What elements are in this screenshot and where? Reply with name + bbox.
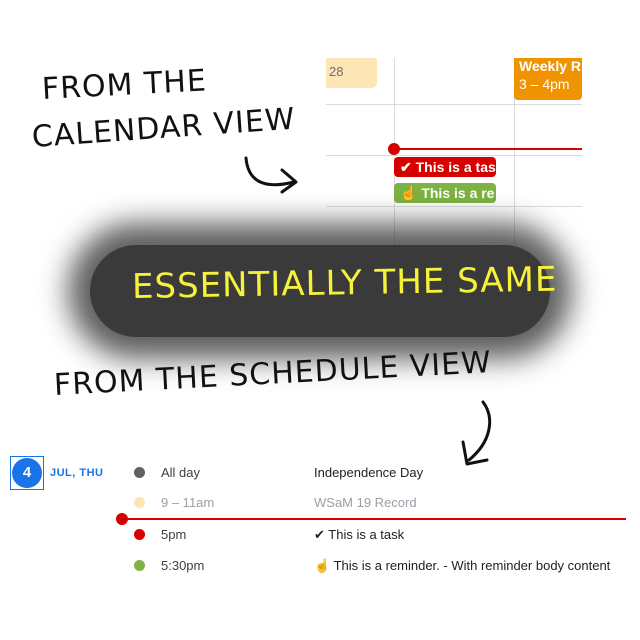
current-time-line (394, 148, 582, 150)
date-number[interactable]: 4 (12, 458, 42, 488)
event-time: All day (161, 465, 201, 480)
event-title[interactable]: ☝ This is a reminder. - With reminder bo… (314, 558, 610, 574)
event-dot (134, 467, 145, 478)
event-time: 5:30pm (161, 558, 205, 573)
arrow-down-icon (461, 400, 492, 466)
weekly-event-chip[interactable]: Weekly R 3 – 4pm (514, 58, 582, 100)
calendar-annotation-line1: FROM THE (41, 63, 208, 107)
reminder-chip[interactable]: ☝ This is a re (394, 183, 496, 203)
event-title[interactable]: WSaM 19 Record (314, 495, 417, 510)
current-time-dot (116, 513, 128, 525)
event-title[interactable]: ✔ This is a task (314, 527, 404, 543)
hand-pointer-icon: ☝ (400, 185, 418, 201)
event-title-text: This is a reminder. - With reminder body… (333, 558, 611, 573)
arrow-right-icon (244, 156, 298, 194)
current-time-dot (388, 143, 400, 155)
reminder-chip-label: This is a re (421, 185, 495, 201)
weekly-event-time: 3 – 4pm (519, 76, 570, 92)
calendar-annotation-line2: CALENDAR VIEW (30, 101, 297, 155)
grid-line (326, 155, 582, 156)
event-time: 9 – 11am (161, 495, 215, 510)
banner-text: ESSENTIALLY THE SAME (131, 259, 558, 307)
date-cell-28[interactable]: 28 (326, 58, 377, 88)
event-title[interactable]: Independence Day (314, 465, 423, 480)
event-dot (134, 529, 145, 540)
event-dot (134, 497, 145, 508)
event-time: 5pm (161, 527, 187, 542)
date-label[interactable]: JUL, THU (50, 467, 104, 479)
event-dot (134, 560, 145, 571)
current-time-line (122, 518, 626, 520)
schedule-annotation: FROM THE SCHEDULE VIEW (53, 345, 493, 403)
grid-line (326, 104, 582, 105)
task-chip[interactable]: ✔ This is a tas (394, 157, 496, 177)
weekly-event-title: Weekly R (519, 58, 581, 74)
calendar-view-crop: 28 Weekly R 3 – 4pm ✔ This is a tas ☝ Th… (326, 58, 582, 248)
hand-pointer-icon: ☝ (314, 558, 331, 573)
grid-line (326, 206, 582, 207)
